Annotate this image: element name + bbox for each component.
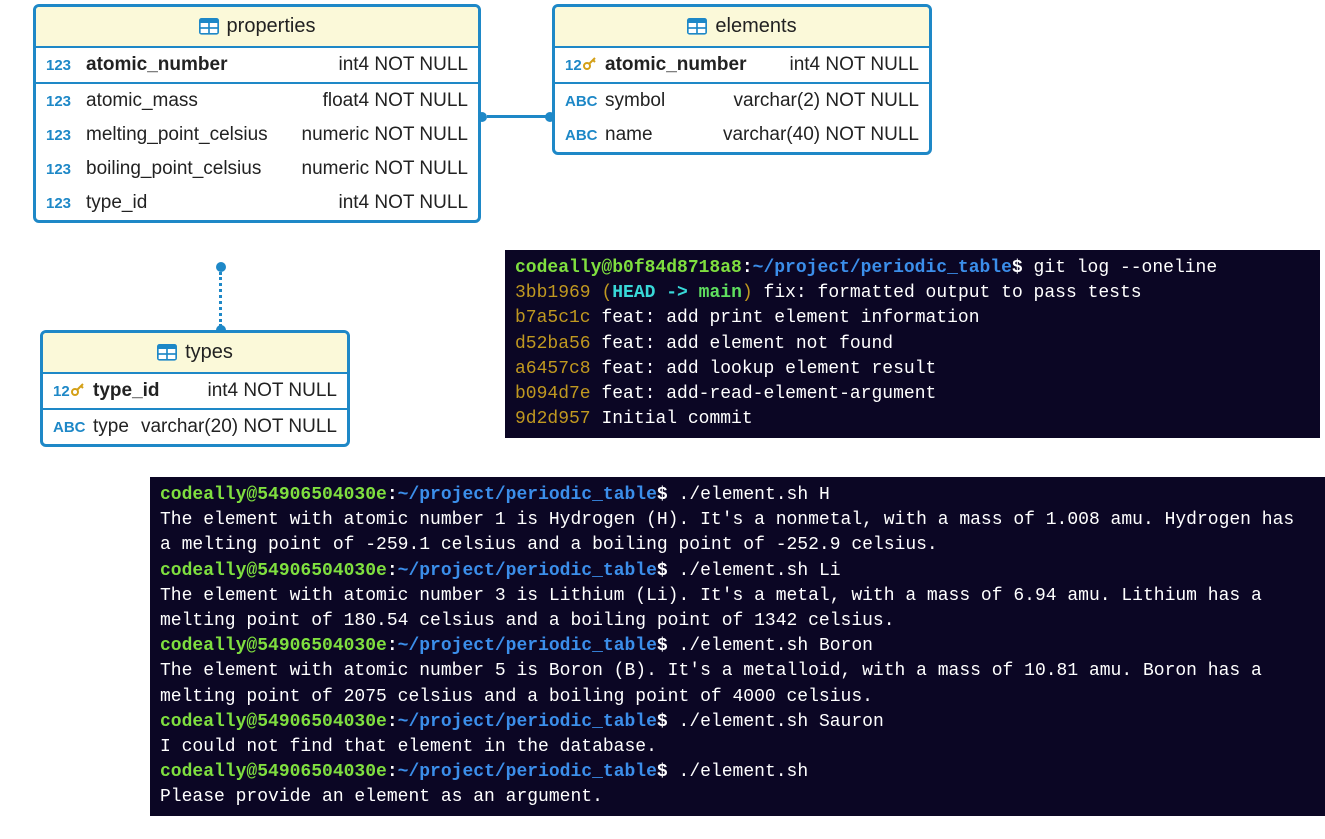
- table-icon: [687, 18, 707, 36]
- column-name: type: [93, 416, 135, 438]
- table-header: types: [43, 333, 347, 374]
- column-name: atomic_number: [605, 54, 783, 76]
- column-type: float4 NOT NULL: [323, 90, 468, 112]
- column-name: atomic_mass: [86, 90, 317, 112]
- column-row: 123 boiling_point_celsius numeric NOT NULL: [36, 152, 478, 186]
- terminal-element-sh[interactable]: codeally@54906504030e:~/project/periodic…: [150, 477, 1325, 816]
- column-type: int4 NOT NULL: [338, 192, 468, 214]
- column-row: 123 atomic_number int4 NOT NULL: [36, 48, 478, 84]
- column-type: varchar(20) NOT NULL: [141, 416, 337, 438]
- connector-line: [487, 115, 547, 118]
- table-header: properties: [36, 7, 478, 48]
- pk-number-icon: 12: [53, 383, 87, 400]
- number-icon: 123: [46, 93, 80, 110]
- table-title: types: [185, 341, 233, 364]
- number-icon: 123: [46, 161, 80, 178]
- db-table-properties: properties 123 atomic_number int4 NOT NULL…: [33, 4, 481, 223]
- table-columns: 123 atomic_number int4 NOT NULL 123 atomic_m…: [36, 48, 478, 220]
- table-icon: [199, 18, 219, 36]
- text-icon: ABC: [53, 419, 87, 436]
- pk-number-icon: 12: [565, 57, 599, 74]
- column-type: int4 NOT NULL: [789, 54, 919, 76]
- text-icon: ABC: [565, 127, 599, 144]
- terminal-git-log[interactable]: codeally@b0f84d8718a8:~/project/periodic…: [505, 250, 1320, 438]
- column-name: symbol: [605, 90, 728, 112]
- column-name: boiling_point_celsius: [86, 158, 296, 180]
- column-name: atomic_number: [86, 54, 332, 76]
- column-name: melting_point_celsius: [86, 124, 296, 146]
- number-icon: 123: [46, 195, 80, 212]
- table-title: elements: [715, 15, 796, 38]
- column-type: varchar(2) NOT NULL: [734, 90, 919, 112]
- table-columns: 12 type_id int4 NOT NULL ABC type varchar(20)…: [43, 374, 347, 444]
- table-columns: 12 atomic_number int4 NOT NULL ABC symbol var…: [555, 48, 929, 152]
- column-row: 123 atomic_mass float4 NOT NULL: [36, 84, 478, 118]
- column-row: 123 type_id int4 NOT NULL: [36, 186, 478, 220]
- column-row: ABC type varchar(20) NOT NULL: [43, 410, 347, 444]
- table-title: properties: [227, 15, 316, 38]
- db-table-types: types 12 type_id int4 NOT NULL ABC type varch…: [40, 330, 350, 447]
- column-row: ABC name varchar(40) NOT NULL: [555, 118, 929, 152]
- column-type: varchar(40) NOT NULL: [723, 124, 919, 146]
- column-name: type_id: [93, 380, 201, 402]
- column-row: 12 atomic_number int4 NOT NULL: [555, 48, 929, 84]
- table-icon: [157, 344, 177, 362]
- column-row: ABC symbol varchar(2) NOT NULL: [555, 84, 929, 118]
- connector-line-dotted: [219, 272, 222, 327]
- column-row: 123 melting_point_celsius numeric NOT NULL: [36, 118, 478, 152]
- column-type: numeric NOT NULL: [302, 124, 468, 146]
- number-icon: 123: [46, 127, 80, 144]
- column-row: 12 type_id int4 NOT NULL: [43, 374, 347, 410]
- column-type: int4 NOT NULL: [207, 380, 337, 402]
- number-icon: 123: [46, 57, 80, 74]
- column-name: name: [605, 124, 717, 146]
- text-icon: ABC: [565, 93, 599, 110]
- connector-dot: [216, 262, 226, 272]
- column-type: numeric NOT NULL: [302, 158, 468, 180]
- column-type: int4 NOT NULL: [338, 54, 468, 76]
- column-name: type_id: [86, 192, 332, 214]
- db-table-elements: elements 12 atomic_number int4 NOT NULL ABC…: [552, 4, 932, 155]
- table-header: elements: [555, 7, 929, 48]
